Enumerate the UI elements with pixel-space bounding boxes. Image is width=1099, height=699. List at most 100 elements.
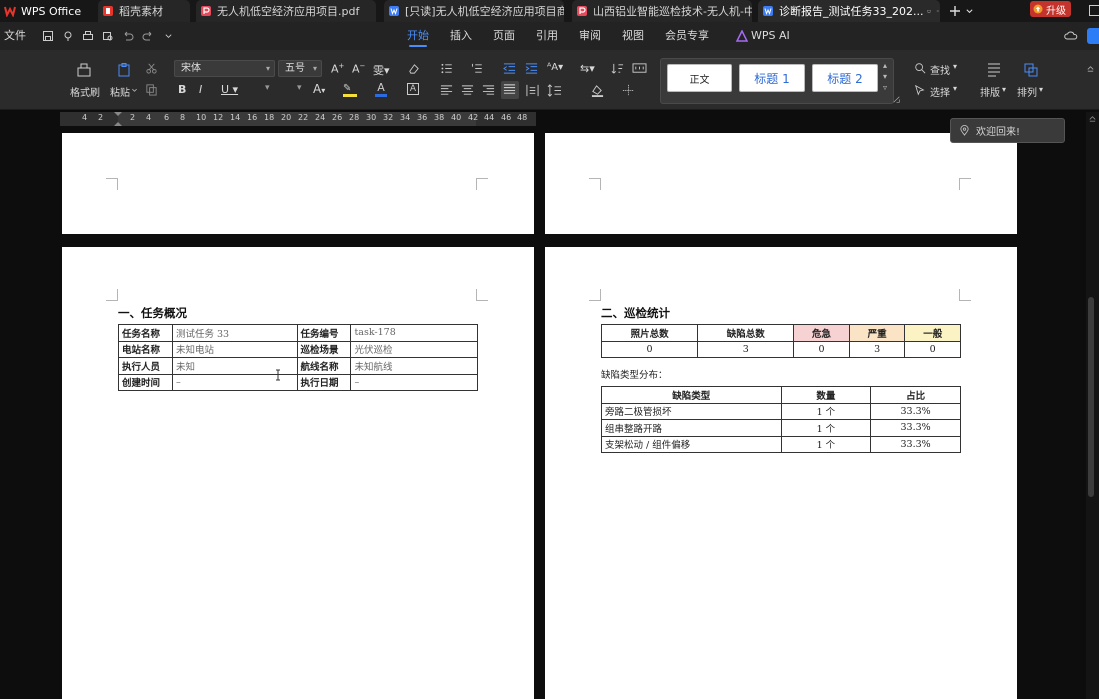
tab-pdf-1[interactable]: 无人机低空经济应用项目.pdf [196,0,376,22]
italic-icon[interactable]: I [199,83,202,96]
align-center-icon[interactable] [461,84,474,97]
strikethrough-dropdown[interactable]: ▾ [265,83,270,93]
monitor-icon[interactable] [927,6,932,17]
menu-file[interactable]: 文件 [4,22,26,50]
borders-icon[interactable] [622,84,635,97]
upgrade-button[interactable]: 升级 [1030,1,1071,17]
scrollbar-thumb[interactable] [1088,297,1094,497]
font-size-select[interactable]: 五号 ▾ [278,60,322,77]
phonetic-guide-icon[interactable]: 雯▾ [373,62,390,78]
chevron-down-icon[interactable]: ▾ [1002,85,1006,94]
style-heading-1[interactable]: 标题 1 [739,64,805,92]
tab-wps-home[interactable]: WPS Office [4,0,90,22]
style-heading-2[interactable]: 标题 2 [812,64,878,92]
text-direction-icon[interactable]: ⇆▾ [580,62,595,75]
document-page-2[interactable] [545,133,1017,234]
menu-page[interactable]: 页面 [493,22,515,50]
chevron-down-icon[interactable]: ▾ [953,84,957,93]
close-icon[interactable] [936,6,940,16]
document-page-1[interactable] [62,133,534,234]
wps-ai-icon [736,30,748,42]
scroll-to-top-icon[interactable] [1088,114,1097,123]
style-normal[interactable]: 正文 [667,64,732,92]
new-tab-icon[interactable] [949,5,961,17]
underline-icon[interactable]: U ▾ [221,83,238,96]
document-page-3[interactable]: 一、任务概况 任务名称 测试任务 33 任务编号 task-178 电站名称 未知电站 巡检… [62,247,534,699]
char-border-icon[interactable]: A [407,83,419,95]
paste-icon[interactable] [116,62,132,78]
menu-references[interactable]: 引用 [536,22,558,50]
arrange-label[interactable]: 排列 [1017,84,1037,99]
style-scroll-arrows[interactable]: ▴ ▾ ▿ [883,60,887,93]
align-right-icon[interactable] [482,84,495,97]
distribute-icon[interactable] [526,84,539,97]
vertical-scrollbar[interactable] [1086,112,1099,699]
grow-font-icon[interactable]: A+ [331,62,344,76]
decrease-indent-icon[interactable] [503,62,516,75]
welcome-toast[interactable]: 欢迎回来! [950,118,1065,143]
highlight-icon[interactable]: ✎ [343,83,357,97]
menu-view[interactable]: 视图 [622,22,644,50]
menu-home[interactable]: 开始 [407,22,429,50]
shrink-font-icon[interactable]: A− [352,62,365,76]
print-preview-icon[interactable] [102,30,114,42]
bullet-list-icon[interactable] [440,62,456,75]
arrange-icon[interactable] [1023,62,1039,78]
print-icon[interactable] [82,30,94,42]
font-color-icon[interactable]: A [375,81,387,97]
select-label[interactable]: 选择 [930,84,950,99]
save-icon[interactable] [42,30,54,42]
tab-docer[interactable]: 稻壳素材 [98,0,190,22]
collapse-ribbon-icon[interactable] [1086,64,1095,73]
format-painter-label[interactable]: 格式刷 [70,84,100,99]
menu-insert[interactable]: 插入 [450,22,472,50]
select-cursor-icon[interactable] [914,84,926,96]
chevron-down-icon[interactable] [164,32,173,41]
menu-review[interactable]: 审阅 [579,22,601,50]
redo-icon[interactable] [142,30,154,42]
align-left-icon[interactable] [440,84,453,97]
cut-icon[interactable] [145,62,158,75]
shading-icon[interactable] [590,84,605,97]
layout-icon[interactable] [986,62,1002,78]
horizontal-ruler[interactable]: 4 2 2 4 6 8 10 12 14 16 18 20 22 24 26 28 30 32 34 36 38 40 42… [60,112,536,126]
pdf-file-icon [201,6,211,16]
share-button[interactable] [1087,28,1099,44]
search-icon[interactable] [914,62,926,74]
tab-word-readonly[interactable]: [只读]无人机低空经济应用项目商... [384,0,564,22]
window-restore-icon[interactable] [1089,5,1099,16]
indent-marker[interactable] [114,112,122,126]
tab-diagnosis-report[interactable]: 诊断报告_测试任务33_202... [758,0,940,22]
chevron-down-icon[interactable]: ▾ [1039,85,1043,94]
export-pdf-icon[interactable] [62,30,74,42]
menu-wps-ai[interactable]: WPS AI [751,22,790,50]
superscript-dropdown[interactable]: ▾ [297,83,302,93]
chevron-down-icon[interactable] [131,87,138,94]
change-case-icon[interactable]: ᴬA▾ [547,62,563,73]
tab-pdf-2[interactable]: 山西铝业智能巡检技术-无人机-中... [572,0,752,22]
line-spacing-icon[interactable] [547,84,562,97]
document-page-4[interactable]: 二、巡检统计 照片总数 缺陷总数 危急 严重 一般 0 3 0 3 0 缺陷类型… [545,247,1017,699]
field-value: 测试任务 33 [171,324,298,342]
clear-format-icon[interactable] [407,62,420,75]
layout-label[interactable]: 排版 [980,84,1000,99]
paste-label[interactable]: 粘贴 [110,84,130,99]
sort-icon[interactable] [611,62,624,75]
find-label[interactable]: 查找 [930,62,950,77]
format-painter-icon[interactable] [76,62,92,78]
text-effect-icon[interactable]: A▾ [313,82,325,96]
undo-icon[interactable] [122,30,134,42]
style-pane-icon[interactable] [893,96,900,103]
numbered-list-icon[interactable] [470,62,486,75]
font-name-select[interactable]: 宋体 ▾ [174,60,275,77]
menu-member[interactable]: 会员专享 [665,22,709,50]
copy-icon[interactable] [145,83,158,96]
justify-icon[interactable] [501,81,519,99]
increase-indent-icon[interactable] [525,62,538,75]
show-marks-icon[interactable] [632,62,647,75]
cloud-icon[interactable] [1064,30,1078,42]
chevron-down-icon[interactable] [965,7,974,16]
bold-icon[interactable]: B [178,83,186,96]
stat-value-defects: 3 [697,340,795,358]
chevron-down-icon[interactable]: ▾ [953,62,957,71]
